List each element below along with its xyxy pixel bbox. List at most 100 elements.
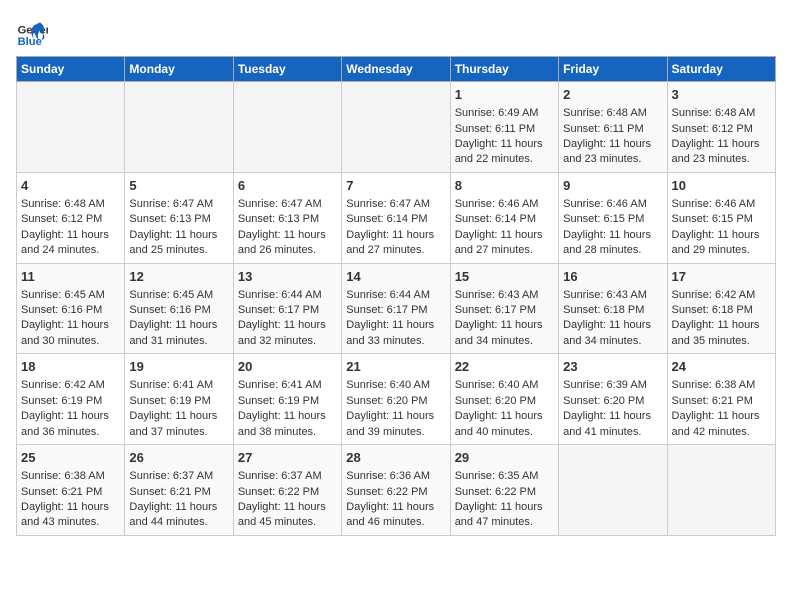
- daylight-text: Daylight: 11 hours: [129, 229, 217, 241]
- calendar-cell: 29Sunrise: 6:35 AMSunset: 6:22 PMDayligh…: [450, 445, 558, 536]
- daylight-text: Daylight: 11 hours: [346, 319, 434, 331]
- daylight-minutes: and 46 minutes.: [346, 516, 424, 528]
- sunset-text: Sunset: 6:12 PM: [672, 123, 753, 135]
- col-header-saturday: Saturday: [667, 57, 775, 82]
- day-number: 28: [346, 449, 445, 467]
- sunset-text: Sunset: 6:22 PM: [346, 486, 427, 498]
- daylight-text: Daylight: 11 hours: [238, 319, 326, 331]
- sunset-text: Sunset: 6:11 PM: [563, 123, 644, 135]
- calendar-cell: 9Sunrise: 6:46 AMSunset: 6:15 PMDaylight…: [559, 172, 667, 263]
- daylight-text: Daylight: 11 hours: [563, 229, 651, 241]
- sunset-text: Sunset: 6:22 PM: [238, 486, 319, 498]
- sunrise-text: Sunrise: 6:44 AM: [238, 289, 322, 301]
- sunrise-text: Sunrise: 6:37 AM: [129, 470, 213, 482]
- daylight-minutes: and 42 minutes.: [672, 426, 750, 438]
- sunrise-text: Sunrise: 6:46 AM: [672, 198, 756, 210]
- day-number: 12: [129, 268, 228, 286]
- daylight-minutes: and 34 minutes.: [455, 335, 533, 347]
- sunrise-text: Sunrise: 6:42 AM: [21, 379, 105, 391]
- daylight-text: Daylight: 11 hours: [563, 319, 651, 331]
- daylight-minutes: and 41 minutes.: [563, 426, 641, 438]
- sunset-text: Sunset: 6:13 PM: [129, 213, 210, 225]
- daylight-minutes: and 39 minutes.: [346, 426, 424, 438]
- daylight-text: Daylight: 11 hours: [346, 229, 434, 241]
- sunset-text: Sunset: 6:19 PM: [129, 395, 210, 407]
- calendar-cell: 26 Sunrise: 6:37 AM Sunset: 6:21 PM Dayligh…: [125, 445, 233, 536]
- sunset-text: Sunset: 6:11 PM: [455, 123, 536, 135]
- calendar-cell: 17Sunrise: 6:42 AMSunset: 6:18 PMDayligh…: [667, 263, 775, 354]
- sunrise-text: Sunrise: 6:35 AM: [455, 470, 539, 482]
- sunset-text: Sunset: 6:14 PM: [346, 213, 427, 225]
- day-number: 10: [672, 177, 771, 195]
- sunrise-text: Sunrise: 6:38 AM: [672, 379, 756, 391]
- sunrise-text: Sunrise: 6:41 AM: [129, 379, 213, 391]
- col-header-monday: Monday: [125, 57, 233, 82]
- calendar-cell: [17, 82, 125, 173]
- sunset-text: Sunset: 6:17 PM: [455, 304, 536, 316]
- daylight-text: Daylight: 11 hours: [455, 410, 543, 422]
- calendar-cell: 16Sunrise: 6:43 AMSunset: 6:18 PMDayligh…: [559, 263, 667, 354]
- daylight-minutes: and 24 minutes.: [21, 244, 99, 256]
- sunrise-text: Sunrise: 6:37 AM: [238, 470, 322, 482]
- day-number: 7: [346, 177, 445, 195]
- sunrise-text: Sunrise: 6:42 AM: [672, 289, 756, 301]
- day-number: 14: [346, 268, 445, 286]
- sunrise-text: Sunrise: 6:41 AM: [238, 379, 322, 391]
- sunrise-text: Sunrise: 6:46 AM: [455, 198, 539, 210]
- day-number: 25: [21, 449, 120, 467]
- day-number: 20: [238, 358, 337, 376]
- daylight-minutes: and 32 minutes.: [238, 335, 316, 347]
- sunrise-text: Sunrise: 6:40 AM: [455, 379, 539, 391]
- sunset-text: Sunset: 6:20 PM: [563, 395, 644, 407]
- day-number: 18: [21, 358, 120, 376]
- sunset-text: Sunset: 6:13 PM: [238, 213, 319, 225]
- day-number: 22: [455, 358, 554, 376]
- daylight-text: Daylight: 11 hours: [238, 229, 326, 241]
- calendar-cell: 8Sunrise: 6:46 AMSunset: 6:14 PMDaylight…: [450, 172, 558, 263]
- daylight-text: Daylight: 11 hours: [455, 501, 543, 513]
- daylight-minutes: and 40 minutes.: [455, 426, 533, 438]
- day-number: 27: [238, 449, 337, 467]
- sunrise-text: Sunrise: 6:47 AM: [346, 198, 430, 210]
- sunset-text: Sunset: 6:15 PM: [563, 213, 644, 225]
- sunrise-text: Sunrise: 6:43 AM: [563, 289, 647, 301]
- day-number: 6: [238, 177, 337, 195]
- calendar-cell: 15Sunrise: 6:43 AMSunset: 6:17 PMDayligh…: [450, 263, 558, 354]
- daylight-text: Daylight: 11 hours: [672, 410, 760, 422]
- daylight-text: Daylight: 11 hours: [238, 501, 326, 513]
- daylight-text: Daylight: 11 hours: [455, 319, 543, 331]
- sunset-text: Sunset: 6:12 PM: [21, 213, 102, 225]
- sunset-text: Sunset: 6:20 PM: [455, 395, 536, 407]
- daylight-minutes: and 28 minutes.: [563, 244, 641, 256]
- sunrise-text: Sunrise: 6:48 AM: [21, 198, 105, 210]
- daylight-minutes: and 29 minutes.: [672, 244, 750, 256]
- daylight-text: Daylight: 11 hours: [21, 229, 109, 241]
- day-number: 3: [672, 86, 771, 104]
- sunset-text: Sunset: 6:22 PM: [455, 486, 536, 498]
- calendar-cell: [559, 445, 667, 536]
- calendar-cell: [125, 82, 233, 173]
- svg-text:Blue: Blue: [18, 36, 42, 48]
- col-header-wednesday: Wednesday: [342, 57, 450, 82]
- sunset-text: Sunset: 6:21 PM: [129, 486, 210, 498]
- calendar-cell: 6Sunrise: 6:47 AMSunset: 6:13 PMDaylight…: [233, 172, 341, 263]
- sunset-text: Sunset: 6:18 PM: [672, 304, 753, 316]
- daylight-text: Daylight: 11 hours: [21, 410, 109, 422]
- daylight-minutes: and 35 minutes.: [672, 335, 750, 347]
- logo-icon: General Blue: [16, 16, 48, 48]
- daylight-minutes: and 27 minutes.: [346, 244, 424, 256]
- daylight-minutes: and 30 minutes.: [21, 335, 99, 347]
- calendar-cell: [233, 82, 341, 173]
- page-header: General Blue: [16, 16, 776, 48]
- daylight-minutes: and 27 minutes.: [455, 244, 533, 256]
- day-number: 4: [21, 177, 120, 195]
- sunrise-text: Sunrise: 6:45 AM: [129, 289, 213, 301]
- calendar-cell: 14Sunrise: 6:44 AMSunset: 6:17 PMDayligh…: [342, 263, 450, 354]
- daylight-text: Daylight: 11 hours: [129, 501, 217, 513]
- daylight-text: Daylight: 11 hours: [238, 410, 326, 422]
- sunset-text: Sunset: 6:16 PM: [21, 304, 102, 316]
- calendar-cell: 19Sunrise: 6:41 AMSunset: 6:19 PMDayligh…: [125, 354, 233, 445]
- day-number: 26: [129, 449, 228, 467]
- daylight-minutes: and 25 minutes.: [129, 244, 207, 256]
- col-header-sunday: Sunday: [17, 57, 125, 82]
